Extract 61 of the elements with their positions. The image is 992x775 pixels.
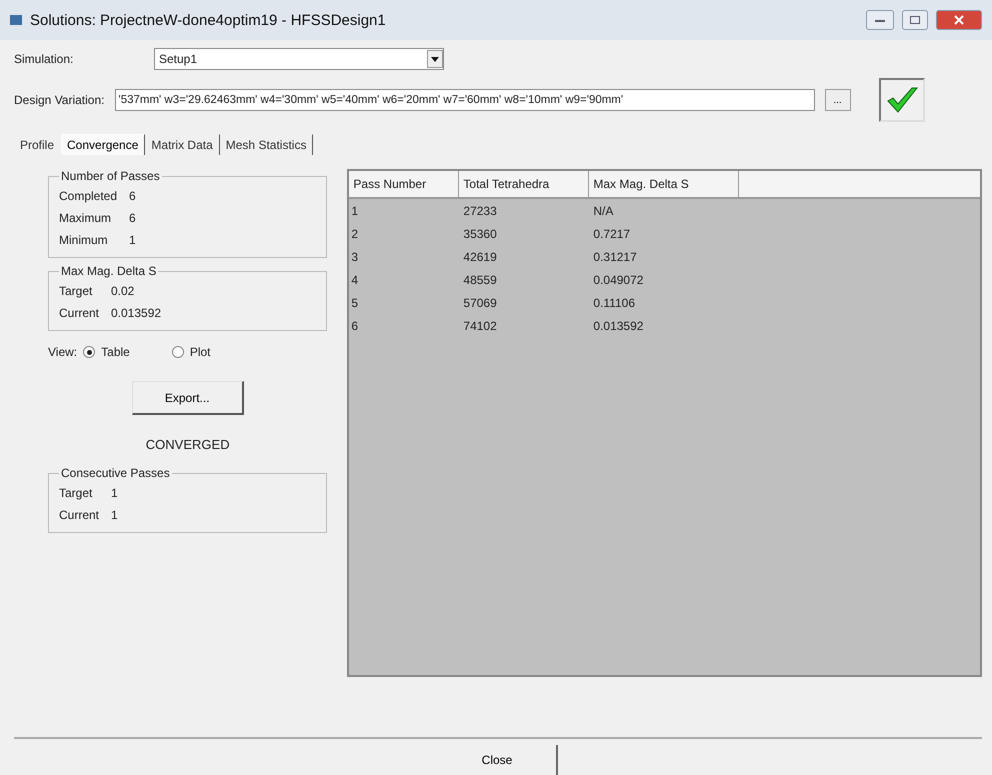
group-title: Consecutive Passes: [60, 466, 171, 480]
field-label: Target: [59, 485, 94, 502]
table-cell-text: 35360: [462, 226, 498, 240]
view-radio[interactable]: Table: [83, 345, 130, 359]
design-variation-label: Design Variation:: [14, 93, 104, 107]
maximize-button[interactable]: [902, 10, 928, 30]
column-header[interactable]: Max Mag. Delta S: [589, 171, 740, 197]
view-radio[interactable]: Plot: [172, 345, 211, 359]
field-value: 1: [129, 232, 136, 249]
table-cell-text: 42619: [462, 250, 498, 264]
browse-button[interactable]: ...: [824, 89, 850, 111]
field-label: Current: [59, 507, 100, 524]
app-icon: [10, 14, 22, 26]
table-cell-text: 57069: [462, 296, 498, 310]
table-cell-text: 0.31217: [592, 250, 638, 264]
field-label: Target: [59, 283, 94, 300]
minimize-icon: [875, 17, 885, 23]
table-cell-text: 27233: [462, 204, 498, 218]
group-title: Max Mag. Delta S: [60, 264, 158, 278]
table-cell-text: 0.013592: [592, 318, 644, 332]
field-value: 0.013592: [111, 305, 162, 322]
maximize-icon: [910, 16, 920, 24]
table-cell-text: 5: [350, 296, 360, 310]
table-cell-text: 48559: [462, 272, 498, 286]
tab[interactable]: Convergence: [61, 134, 146, 155]
field-label: Current: [59, 305, 100, 322]
design-variation-field[interactable]: '537mm' w3='29.62463mm' w4='30mm' w5='40mm' w6='20mm' w7='60mm' w8='10mm' w9='90mm': [114, 89, 814, 111]
table-cell-text: 3: [350, 250, 360, 264]
simulation-dropdown[interactable]: Setup1: [154, 48, 444, 70]
column-header[interactable]: Pass Number: [349, 171, 460, 197]
group-title: Number of Passes: [60, 169, 161, 183]
export-button[interactable]: Export...: [132, 381, 244, 415]
table-cell-text: 0.7217: [592, 226, 632, 240]
tab[interactable]: Mesh Statistics: [220, 134, 314, 155]
table-cell-text: 0.11106: [592, 296, 636, 310]
field-label: Maximum: [59, 210, 112, 227]
minimize-button[interactable]: [866, 10, 894, 30]
table-cell-text: 4: [350, 272, 360, 286]
close-icon: [954, 15, 964, 25]
simulation-label: Simulation:: [14, 52, 74, 66]
table-cell-text: N/A: [592, 204, 614, 218]
table-cell-text: 2: [350, 226, 360, 240]
status-text: CONVERGED: [146, 437, 230, 452]
field-value: 0.02: [111, 283, 134, 300]
column-header[interactable]: Total Tetrahedra: [459, 171, 590, 197]
field-value: 6: [129, 188, 136, 205]
table-cell-text: 6: [350, 318, 360, 332]
field-value: 6: [129, 210, 136, 227]
table-cell-text: 1: [350, 204, 360, 218]
close-window-button[interactable]: [936, 10, 982, 30]
table-cell-text: 74102: [462, 318, 498, 332]
field-label: Completed: [59, 188, 118, 205]
tab[interactable]: Profile: [14, 134, 62, 155]
view-label: View:: [48, 345, 78, 359]
field-label: Minimum: [59, 232, 109, 249]
window-title: Solutions: ProjectneW-done4optim19 - HFSSDesign1: [30, 12, 387, 28]
caret-icon: [427, 50, 443, 68]
table-cell-text: 0.049072: [592, 272, 644, 286]
tab[interactable]: Matrix Data: [145, 134, 220, 155]
field-value: 1: [111, 507, 118, 524]
field-value: 1: [111, 485, 118, 502]
